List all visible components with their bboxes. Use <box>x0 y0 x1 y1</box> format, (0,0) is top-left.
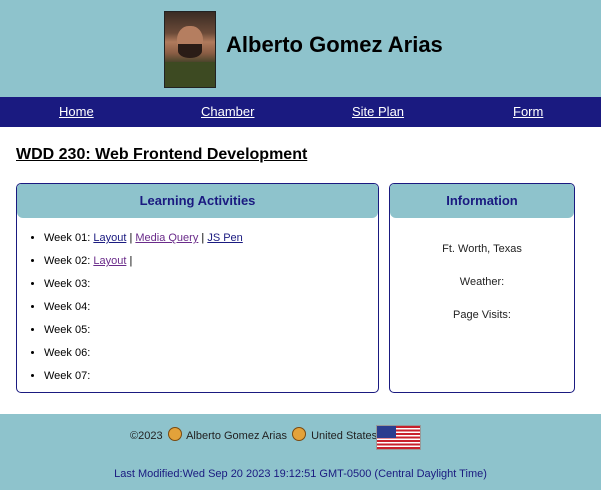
learning-activities-card: Learning Activities Week 01: Layout | Me… <box>16 183 379 393</box>
profile-photo <box>164 11 216 88</box>
copyright-year: ©2023 <box>130 430 163 442</box>
list-item-week-03: Week 03: <box>44 276 378 299</box>
last-modified-text: Last Modified:Wed Sep 20 2023 19:12:51 G… <box>114 468 487 480</box>
weeks-list: Week 01: Layout | Media Query | JS Pen W… <box>17 230 378 391</box>
nav-link-site-plan[interactable]: Site Plan <box>352 104 404 119</box>
weather-label: Weather: <box>459 276 505 288</box>
us-flag-icon <box>376 425 421 450</box>
nav-link-form[interactable]: Form <box>513 104 543 119</box>
information-card: Information Ft. Worth, Texas Weather: Pa… <box>389 183 575 393</box>
monkey-emoji-icon <box>292 427 307 441</box>
week02-layout-link[interactable]: Layout <box>93 255 126 267</box>
monkey-emoji-icon <box>167 427 182 441</box>
page-title: WDD 230: Web Frontend Development <box>16 146 308 163</box>
site-header: Alberto Gomez Arias <box>0 0 601 97</box>
page-visits-label: Page Visits: <box>453 309 511 321</box>
nav-link-chamber[interactable]: Chamber <box>201 104 254 119</box>
copyright-author: Alberto Gomez Arias <box>186 430 287 442</box>
copyright-country: United States <box>311 430 378 442</box>
nav-link-home[interactable]: Home <box>59 104 94 119</box>
week01-media-query-link[interactable]: Media Query <box>135 232 198 244</box>
list-item-week-04: Week 04: <box>44 299 378 322</box>
list-item-week-07: Week 07: <box>44 368 378 391</box>
learning-activities-title: Learning Activities <box>17 184 378 218</box>
site-title: Alberto Gomez Arias <box>226 32 443 57</box>
copyright-line: ©2023 Alberto Gomez Arias United States <box>130 427 377 442</box>
list-item-week-02: Week 02: Layout | <box>44 253 378 276</box>
main-nav: Home Chamber Site Plan Form <box>0 97 601 127</box>
site-footer: ©2023 Alberto Gomez Arias United States … <box>0 414 601 490</box>
location-text: Ft. Worth, Texas <box>442 243 522 255</box>
week01-layout-link[interactable]: Layout <box>93 232 126 244</box>
list-item-week-01: Week 01: Layout | Media Query | JS Pen <box>44 230 378 253</box>
list-item-week-06: Week 06: <box>44 345 378 368</box>
information-title: Information <box>390 184 574 218</box>
list-item-week-05: Week 05: <box>44 322 378 345</box>
week01-js-pen-link[interactable]: JS Pen <box>207 232 242 244</box>
